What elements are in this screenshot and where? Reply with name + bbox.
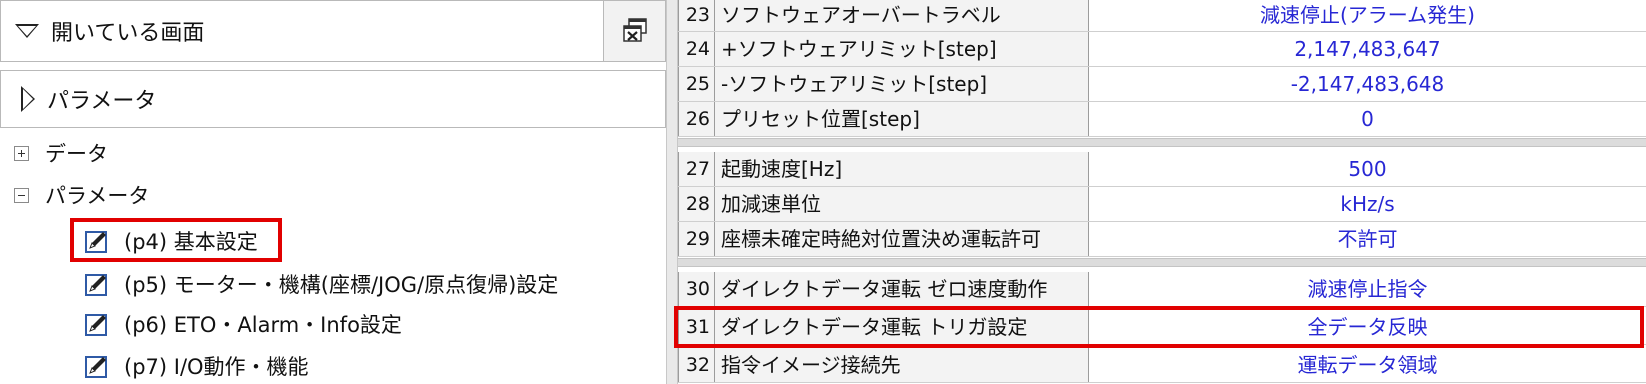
parameter-name: 起動速度[Hz] — [715, 152, 1089, 186]
row-number: 28 — [678, 187, 715, 221]
highlight-frame — [674, 306, 1644, 348]
table-row[interactable]: 32 指令イメージ接続先 運転データ領域 — [678, 348, 1646, 383]
tree-item-label: (p6) ETO・Alarm・Info設定 — [124, 313, 402, 337]
row-number: 27 — [678, 152, 715, 186]
table-row[interactable]: 24 +ソフトウェアリミット[step] 2,147,483,647 — [678, 32, 1646, 67]
parameter-name: ダイレクトデータ運転 ゼロ速度動作 — [715, 272, 1089, 306]
parameter-name: ソフトウェアオーバートラベル — [715, 0, 1089, 31]
parameter-value[interactable]: 減速停止(アラーム発生) — [1089, 0, 1646, 31]
table-row[interactable]: 25 -ソフトウェアリミット[step] -2,147,483,648 — [678, 67, 1646, 102]
close-all-windows-button[interactable] — [603, 1, 665, 61]
row-number: 25 — [678, 67, 715, 101]
parameter-name: 指令イメージ接続先 — [715, 348, 1089, 382]
table-row[interactable]: 27 起動速度[Hz] 500 — [678, 152, 1646, 187]
parameter-section-header[interactable]: パラメータ — [0, 70, 666, 128]
row-number: 24 — [678, 32, 715, 66]
parameter-value[interactable]: -2,147,483,648 — [1089, 67, 1646, 101]
row-number: 29 — [678, 222, 715, 256]
parameter-name: +ソフトウェアリミット[step] — [715, 32, 1089, 66]
navigation-pane: 開いている画面 パラメータ データ パラメータ (p4) 基本設定 (p5) モ… — [0, 0, 666, 384]
table-row[interactable]: 28 加減速単位 kHz/s — [678, 187, 1646, 222]
table-row[interactable]: 30 ダイレクトデータ運転 ゼロ速度動作 減速停止指令 — [678, 272, 1646, 307]
parameter-value[interactable]: 不許可 — [1089, 222, 1646, 256]
tree-item-label: (p7) I/O動作・機能 — [124, 355, 309, 379]
parameter-value[interactable]: 減速停止指令 — [1089, 272, 1646, 306]
highlight-frame — [70, 218, 282, 262]
parameter-value[interactable]: 500 — [1089, 152, 1646, 186]
parameter-name: 加減速単位 — [715, 187, 1089, 221]
edit-document-icon — [85, 356, 107, 378]
tree-item-label: データ — [45, 142, 108, 166]
row-number: 30 — [678, 272, 715, 306]
parameter-value[interactable]: kHz/s — [1089, 187, 1646, 221]
collapse-minus-icon[interactable] — [14, 187, 29, 203]
expand-plus-icon[interactable] — [14, 145, 29, 161]
open-screens-title: 開いている画面 — [51, 21, 205, 46]
table-row[interactable]: 23 ソフトウェアオーバートラベル 減速停止(アラーム発生) — [678, 0, 1646, 32]
parameter-value[interactable]: 運転データ領域 — [1089, 348, 1646, 382]
table-row[interactable]: 29 座標未確定時絶対位置決め運転許可 不許可 — [678, 222, 1646, 257]
parameter-value[interactable]: 0 — [1089, 102, 1646, 136]
tree-item-label: パラメータ — [45, 184, 150, 208]
parameter-section-title: パラメータ — [47, 89, 157, 114]
parameter-name: -ソフトウェアリミット[step] — [715, 67, 1089, 101]
expand-arrow-icon[interactable] — [21, 86, 35, 112]
edit-document-icon — [85, 274, 107, 296]
group-separator — [678, 258, 1646, 267]
group-separator — [678, 138, 1646, 147]
tree-item-parameter[interactable]: パラメータ — [14, 180, 149, 210]
collapse-arrow-icon[interactable] — [15, 24, 39, 38]
tree-item-data[interactable]: データ — [14, 138, 108, 168]
row-number: 23 — [678, 0, 715, 31]
row-number: 26 — [678, 102, 715, 136]
close-windows-icon — [622, 18, 647, 42]
edit-document-icon — [85, 314, 107, 336]
parameter-grid: 23 ソフトウェアオーバートラベル 減速停止(アラーム発生) 24 +ソフトウェ… — [674, 0, 1646, 384]
tree-item-p6-eto-alarm-info-settings[interactable]: (p6) ETO・Alarm・Info設定 — [84, 308, 402, 340]
table-row[interactable]: 26 プリセット位置[step] 0 — [678, 102, 1646, 137]
open-screens-header[interactable]: 開いている画面 — [0, 0, 666, 62]
tree-item-label: (p5) モーター・機構(座標/JOG/原点復帰)設定 — [124, 273, 559, 297]
parameter-name: 座標未確定時絶対位置決め運転許可 — [715, 222, 1089, 256]
parameter-name: プリセット位置[step] — [715, 102, 1089, 136]
tree-item-p7-io-function[interactable]: (p7) I/O動作・機能 — [84, 350, 309, 382]
row-number: 32 — [678, 348, 715, 382]
tree-item-p5-motor-mechanism-settings[interactable]: (p5) モーター・機構(座標/JOG/原点復帰)設定 — [84, 268, 558, 300]
parameter-value[interactable]: 2,147,483,647 — [1089, 32, 1646, 66]
